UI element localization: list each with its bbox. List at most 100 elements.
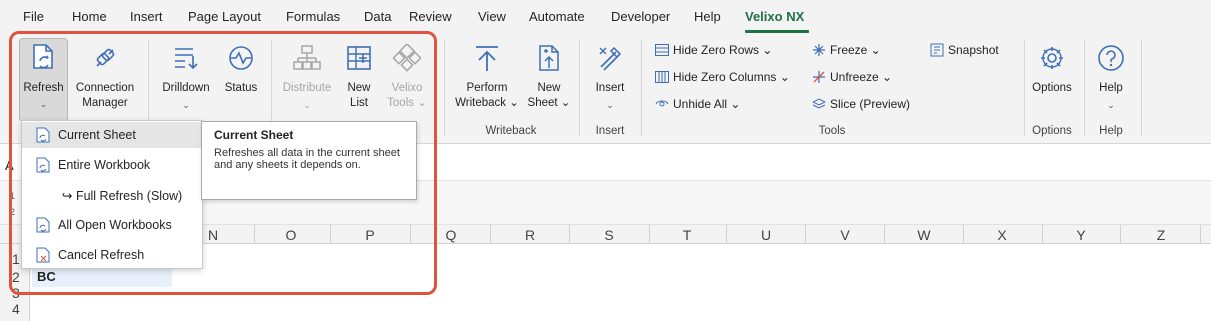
cell-bc[interactable]: BC bbox=[32, 267, 172, 287]
menu-item-cancel-refresh[interactable]: Cancel Refresh bbox=[22, 242, 202, 268]
menu-item-entire-workbook[interactable]: Entire Workbook bbox=[22, 152, 202, 178]
column-header[interactable]: V bbox=[830, 227, 860, 243]
tab-developer[interactable]: Developer bbox=[611, 9, 670, 24]
tab-view[interactable]: View bbox=[478, 9, 506, 24]
options-button[interactable]: Options bbox=[1027, 38, 1077, 122]
refresh-all-workbooks-icon bbox=[36, 217, 50, 233]
refresh-dropdown-menu: Current Sheet Entire Workbook ↪ Full Ref… bbox=[21, 120, 203, 269]
hide-zero-columns-label: Hide Zero Columns ⌄ bbox=[673, 70, 790, 84]
menu-bar: File Home Insert Page Layout Formulas Da… bbox=[0, 0, 1211, 34]
column-separator bbox=[1120, 225, 1121, 244]
group-label-help: Help bbox=[1099, 125, 1123, 137]
menu-item-all-open-workbooks[interactable]: All Open Workbooks bbox=[22, 212, 202, 238]
column-header[interactable]: Z bbox=[1146, 227, 1176, 243]
status-button[interactable]: Status bbox=[218, 38, 264, 122]
tab-formulas[interactable]: Formulas bbox=[286, 9, 340, 24]
column-separator bbox=[410, 225, 411, 244]
active-tab-indicator bbox=[745, 30, 809, 33]
column-separator bbox=[649, 225, 650, 244]
upload-arrow-icon bbox=[450, 44, 524, 72]
column-separator bbox=[1200, 225, 1201, 244]
row-header[interactable]: 3 bbox=[0, 285, 30, 301]
refresh-icon bbox=[20, 43, 67, 71]
tab-data[interactable]: Data bbox=[364, 9, 391, 24]
outline-level-1[interactable]: 1 bbox=[10, 191, 18, 201]
velixo-tools-icon bbox=[383, 44, 431, 72]
snapshot-button[interactable]: Snapshot bbox=[930, 43, 999, 57]
eye-icon bbox=[655, 100, 669, 107]
column-header[interactable]: U bbox=[751, 227, 781, 243]
hide-zero-columns-button[interactable]: Hide Zero Columns ⌄ bbox=[655, 70, 790, 84]
status-label: Status bbox=[224, 82, 258, 94]
column-header[interactable]: Q bbox=[436, 227, 466, 243]
unhide-all-button[interactable]: Unhide All ⌄ bbox=[655, 97, 740, 111]
column-separator bbox=[490, 225, 491, 244]
connection-manager-button[interactable]: Connection Manager bbox=[70, 38, 140, 122]
tab-insert[interactable]: Insert bbox=[130, 9, 163, 24]
column-header[interactable]: R bbox=[515, 227, 545, 243]
new-list-icon bbox=[339, 44, 379, 72]
drilldown-button[interactable]: Drilldown ⌄ bbox=[156, 38, 216, 122]
new-list-button[interactable]: New List bbox=[339, 38, 379, 122]
new-list-label-2: List bbox=[350, 97, 368, 109]
new-sheet-button[interactable]: New Sheet ⌄ bbox=[526, 38, 572, 122]
hide-zero-rows-button[interactable]: Hide Zero Rows ⌄ bbox=[655, 43, 772, 57]
perform-writeback-label-1: Perform bbox=[466, 82, 508, 94]
tab-automate[interactable]: Automate bbox=[529, 9, 585, 24]
menu-item-current-sheet[interactable]: Current Sheet bbox=[22, 122, 202, 148]
group-label-tools: Tools bbox=[818, 125, 846, 137]
ribbon-separator bbox=[444, 40, 445, 136]
column-header[interactable]: S bbox=[594, 227, 624, 243]
ribbon-separator bbox=[1024, 40, 1025, 136]
tab-velixo-nx[interactable]: Velixo NX bbox=[745, 9, 804, 24]
column-header[interactable]: X bbox=[987, 227, 1017, 243]
new-sheet-icon bbox=[526, 44, 572, 72]
refresh-button[interactable]: Refresh ⌄ bbox=[19, 38, 68, 122]
menu-item-label: All Open Workbooks bbox=[58, 218, 172, 232]
column-header[interactable]: Y bbox=[1066, 227, 1096, 243]
column-header[interactable]: P bbox=[355, 227, 385, 243]
help-icon bbox=[1090, 44, 1132, 72]
help-button[interactable]: Help ⌄ bbox=[1090, 38, 1132, 122]
tooltip-title: Current Sheet bbox=[214, 128, 294, 142]
slice-button[interactable]: Slice (Preview) bbox=[812, 97, 910, 111]
freeze-button[interactable]: Freeze ⌄ bbox=[812, 43, 881, 57]
distribute-icon bbox=[277, 44, 337, 72]
chevron-down-icon: ⌄ bbox=[182, 100, 190, 110]
insert-button[interactable]: Insert ⌄ bbox=[586, 38, 634, 122]
menu-item-label: Entire Workbook bbox=[58, 158, 151, 172]
column-separator bbox=[963, 225, 964, 244]
velixo-tools-button[interactable]: Velixo Tools ⌄ bbox=[383, 38, 431, 122]
column-separator bbox=[330, 225, 331, 244]
freeze-label: Freeze ⌄ bbox=[830, 43, 881, 57]
column-header[interactable]: T bbox=[672, 227, 702, 243]
name-box[interactable]: A bbox=[5, 158, 14, 173]
row-header[interactable]: 4 bbox=[0, 301, 30, 317]
row-header[interactable]: 2 bbox=[0, 269, 30, 285]
menu-item-label: ↪ Full Refresh (Slow) bbox=[62, 188, 183, 203]
column-header[interactable]: W bbox=[909, 227, 939, 243]
tab-review[interactable]: Review bbox=[409, 9, 452, 24]
tab-help[interactable]: Help bbox=[694, 9, 721, 24]
menu-item-label: Current Sheet bbox=[58, 128, 136, 142]
tab-page-layout[interactable]: Page Layout bbox=[188, 9, 261, 24]
unhide-all-label: Unhide All ⌄ bbox=[673, 97, 741, 111]
ribbon-separator bbox=[1084, 40, 1085, 136]
layers-icon bbox=[812, 98, 826, 109]
plug-icon bbox=[70, 44, 140, 72]
tab-home[interactable]: Home bbox=[72, 9, 107, 24]
outline-level-2[interactable]: 2 bbox=[10, 207, 18, 217]
tab-file[interactable]: File bbox=[23, 9, 44, 24]
refresh-label: Refresh bbox=[23, 82, 64, 94]
chevron-down-icon: ⌄ bbox=[303, 100, 311, 110]
perform-writeback-button[interactable]: Perform Writeback ⌄ bbox=[450, 38, 524, 122]
menu-item-full-refresh[interactable]: ↪ Full Refresh (Slow) bbox=[22, 182, 202, 208]
unfreeze-button[interactable]: Unfreeze ⌄ bbox=[812, 70, 892, 84]
distribute-button[interactable]: Distribute ⌄ bbox=[277, 38, 337, 122]
column-header[interactable]: O bbox=[276, 227, 306, 243]
help-label: Help bbox=[1099, 82, 1123, 94]
group-label-writeback: Writeback bbox=[485, 125, 537, 137]
column-separator bbox=[726, 225, 727, 244]
freeze-icon bbox=[813, 44, 825, 56]
status-pulse-icon bbox=[218, 44, 264, 72]
